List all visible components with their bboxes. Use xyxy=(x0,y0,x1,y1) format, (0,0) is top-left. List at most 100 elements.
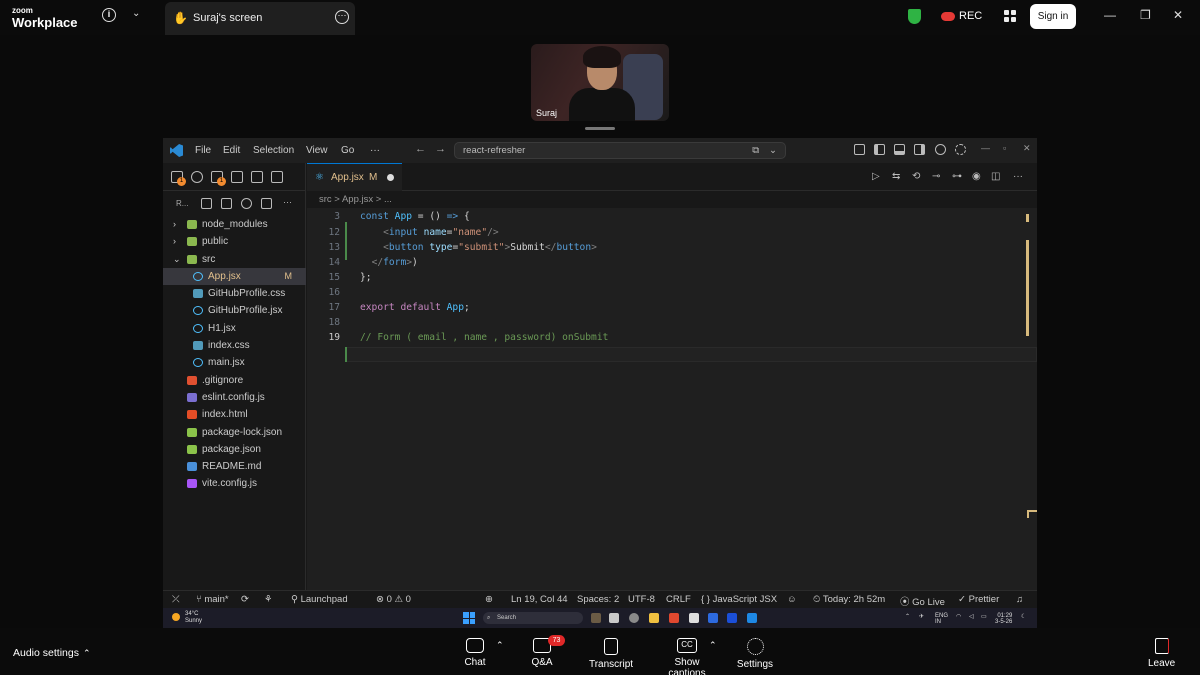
tree-item[interactable]: main.jsx xyxy=(163,354,306,371)
launchpad-item[interactable]: ⚲ Launchpad xyxy=(291,594,348,605)
moon-icon[interactable]: ☾ xyxy=(1021,613,1026,620)
settings-gear-icon[interactable] xyxy=(955,144,966,155)
problems-item[interactable]: ⊗ 0 ⚠ 0 xyxy=(376,594,411,605)
chat-options-caret-icon[interactable]: ⌃ xyxy=(496,640,504,651)
transcript-button[interactable]: Transcript xyxy=(588,638,634,670)
close-icon[interactable]: ✕ xyxy=(1173,8,1183,22)
new-file-icon[interactable] xyxy=(201,198,212,209)
tray-chevron-icon[interactable]: ⌃ xyxy=(905,613,910,620)
collapse-all-icon[interactable] xyxy=(261,198,272,209)
tree-item[interactable]: App.jsx M xyxy=(163,267,306,286)
run-debug-icon[interactable] xyxy=(231,171,243,183)
prettier-item[interactable]: ✓ Prettier xyxy=(958,594,999,605)
notifications-bell-icon[interactable]: ♫ xyxy=(1016,594,1023,605)
windows-start-icon[interactable] xyxy=(463,612,475,624)
share-screen-tab[interactable]: ✋ Suraj's screen ··· xyxy=(165,2,355,35)
chevron-down-icon[interactable]: ⌄ xyxy=(173,251,181,268)
split-editor-icon[interactable]: ◫ xyxy=(991,171,1000,182)
tree-item[interactable]: eslint.config.js xyxy=(163,389,306,406)
tab-app-jsx[interactable]: ⚛ App.jsx M xyxy=(307,163,402,191)
taskbar-app-icon[interactable] xyxy=(591,613,601,623)
vscode-app-icon[interactable] xyxy=(747,613,757,623)
chevron-right-icon[interactable]: › xyxy=(173,233,176,250)
code-editor[interactable]: 3 const App = () => { 12 <input name="nam… xyxy=(307,208,1037,590)
menu-file[interactable]: File xyxy=(195,145,211,156)
store-icon[interactable] xyxy=(708,613,718,623)
wifi-icon[interactable]: ◠ xyxy=(956,613,961,620)
menu-view[interactable]: View xyxy=(306,145,328,156)
task-view-icon[interactable] xyxy=(609,613,619,623)
copilot-status-icon[interactable]: ☺ xyxy=(787,594,797,605)
remote-icon[interactable]: ⤫ xyxy=(172,594,180,605)
tree-item[interactable]: package-lock.json xyxy=(163,424,306,441)
compare-changes-icon[interactable]: ⇆ xyxy=(892,171,900,182)
tree-item[interactable]: GitHubProfile.css xyxy=(163,285,306,302)
apps-grid-icon[interactable] xyxy=(1004,10,1016,22)
chevron-right-icon[interactable]: › xyxy=(173,216,176,233)
menu-edit[interactable]: Edit xyxy=(223,145,240,156)
weather-widget[interactable]: 34°C Sunny xyxy=(185,611,202,625)
branch-item[interactable]: ⑂ main* xyxy=(196,594,229,605)
language-mode[interactable]: { } JavaScript JSX xyxy=(701,594,777,605)
tray-app-icon[interactable]: ✈ xyxy=(919,613,924,620)
more-actions-icon[interactable]: ··· xyxy=(1013,171,1023,182)
go-live-item[interactable]: ⦿ Go Live xyxy=(900,594,945,608)
toggle-panel-icon[interactable] xyxy=(894,144,905,155)
tree-item[interactable]: › node_modules xyxy=(163,216,306,233)
copilot-app-icon[interactable] xyxy=(629,613,639,623)
minimize-icon[interactable]: — xyxy=(1104,8,1116,22)
encoding[interactable]: UTF-8 xyxy=(628,594,655,605)
copilot-icon[interactable]: ⧉ xyxy=(752,143,759,158)
language-indicator[interactable]: ENG IN xyxy=(935,613,948,625)
sync-icon[interactable]: ⟳ xyxy=(241,594,249,605)
time-tracker[interactable]: ⏲ Today: 2h 52m xyxy=(813,594,885,605)
zoom-app-icon[interactable] xyxy=(727,613,737,623)
tree-item[interactable]: GitHubProfile.jsx xyxy=(163,302,306,319)
window-minimize-icon[interactable]: — xyxy=(981,143,990,153)
more-options-icon[interactable]: ··· xyxy=(335,10,349,24)
timeline-icon[interactable]: ◉ xyxy=(972,171,981,182)
brave-browser-icon[interactable] xyxy=(669,613,679,623)
toggle-secondary-sidebar-icon[interactable] xyxy=(914,144,925,155)
resize-handle[interactable] xyxy=(585,127,615,130)
chevron-down-icon[interactable]: ⌄ xyxy=(132,8,140,19)
menu-more[interactable]: ··· xyxy=(370,145,380,156)
previous-change-icon[interactable]: ⊸ xyxy=(932,171,940,182)
volume-icon[interactable]: ◁ xyxy=(969,613,974,620)
tree-item[interactable]: README.md xyxy=(163,458,306,475)
layout-customize-icon[interactable] xyxy=(854,144,865,155)
audio-settings-button[interactable]: Audio settings ⌃ xyxy=(13,647,91,659)
tree-item[interactable]: package.json xyxy=(163,441,306,458)
open-changes-icon[interactable]: ⟲ xyxy=(912,171,920,182)
file-explorer-icon[interactable] xyxy=(649,613,659,623)
tree-item[interactable]: vite.config.js xyxy=(163,475,306,492)
encryption-shield-icon[interactable] xyxy=(908,9,921,24)
tree-item[interactable]: ⌄ src xyxy=(163,251,306,268)
tree-item[interactable]: index.html xyxy=(163,406,306,423)
system-clock[interactable]: 01:29 3-5-26 xyxy=(995,613,1012,625)
taskbar-search[interactable]: ⌕ Search xyxy=(483,612,583,624)
recording-indicator[interactable]: REC xyxy=(941,10,982,22)
remote-explorer-icon[interactable] xyxy=(271,171,283,183)
menu-go[interactable]: Go xyxy=(341,145,354,156)
next-change-icon[interactable]: ⊶ xyxy=(952,171,962,182)
captions-options-caret-icon[interactable]: ⌃ xyxy=(709,640,717,651)
settings-button[interactable]: Settings xyxy=(736,638,774,670)
tree-item[interactable]: .gitignore xyxy=(163,372,306,389)
tree-item[interactable]: H1.jsx xyxy=(163,320,306,337)
info-icon[interactable]: i xyxy=(102,8,116,22)
menu-selection[interactable]: Selection xyxy=(253,145,294,156)
breadcrumb[interactable]: src > App.jsx > ... xyxy=(307,191,1037,208)
chat-button[interactable]: Chat xyxy=(460,638,490,668)
window-close-icon[interactable]: ✕ xyxy=(1023,143,1031,154)
unsaved-dot-icon[interactable] xyxy=(387,174,394,181)
run-icon[interactable]: ▷ xyxy=(872,171,880,182)
restore-icon[interactable]: ❐ xyxy=(1140,8,1151,22)
back-arrow-icon[interactable]: ← xyxy=(415,143,426,155)
forward-arrow-icon[interactable]: → xyxy=(435,143,446,155)
sign-in-button[interactable]: Sign in xyxy=(1030,4,1076,29)
tree-item[interactable]: index.css xyxy=(163,337,306,354)
participant-video[interactable]: Suraj xyxy=(531,44,669,121)
more-actions-icon[interactable]: ··· xyxy=(283,197,292,207)
chevron-down-icon[interactable]: ⌄ xyxy=(769,143,777,158)
